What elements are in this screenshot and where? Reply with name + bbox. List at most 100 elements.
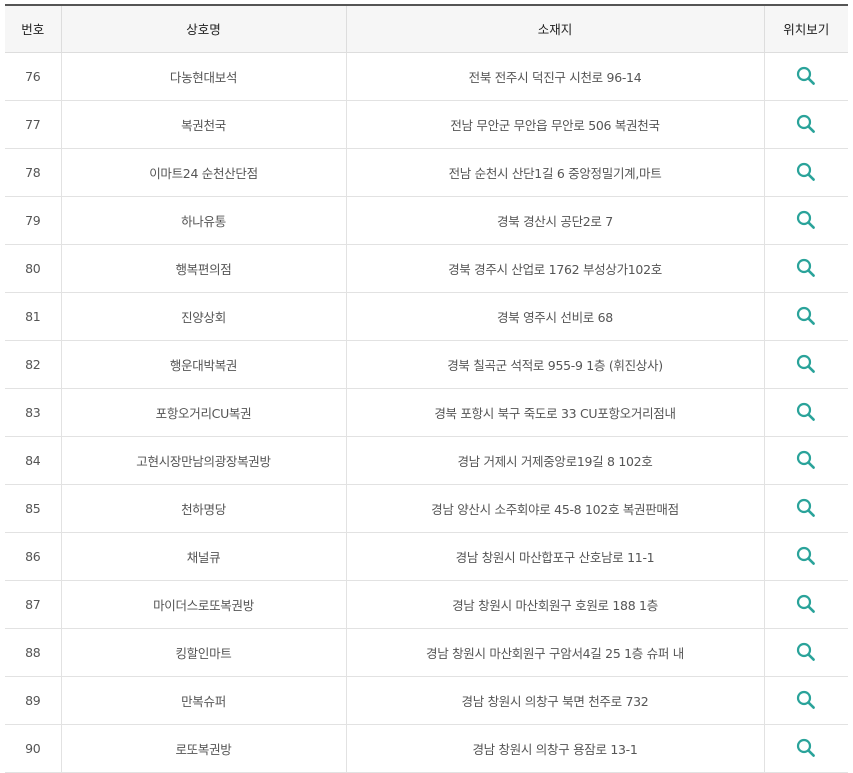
search-icon bbox=[797, 114, 816, 133]
table-row: 78 이마트24 순천산단점 전남 순천시 산단1길 6 중앙정밀기계,마트 bbox=[5, 148, 848, 197]
row-number: 80 bbox=[5, 244, 62, 293]
row-view-location bbox=[763, 676, 848, 725]
row-store-name: 만복슈퍼 bbox=[60, 676, 347, 725]
row-store-name: 마이더스로또복권방 bbox=[60, 580, 347, 629]
row-number: 89 bbox=[5, 676, 62, 725]
table-row: 86 채널큐 경남 창원시 마산합포구 산호남로 11-1 bbox=[5, 532, 848, 581]
view-location-button[interactable] bbox=[794, 736, 818, 760]
row-number: 79 bbox=[5, 196, 62, 245]
table-row: 77 복권천국 전남 무안군 무안읍 무안로 506 복권천국 bbox=[5, 100, 848, 149]
row-store-name: 포항오거리CU복권 bbox=[60, 388, 347, 437]
row-address: 경북 경주시 산업로 1762 부성상가102호 bbox=[345, 244, 765, 293]
row-address: 경북 영주시 선비로 68 bbox=[345, 292, 765, 341]
row-number: 77 bbox=[5, 100, 62, 149]
row-view-location bbox=[763, 628, 848, 677]
row-number: 85 bbox=[5, 484, 62, 533]
search-icon bbox=[797, 546, 816, 565]
row-number: 90 bbox=[5, 724, 62, 773]
row-store-name: 채널큐 bbox=[60, 532, 347, 581]
row-view-location bbox=[763, 388, 848, 437]
view-location-button[interactable] bbox=[794, 640, 818, 664]
view-location-button[interactable] bbox=[794, 64, 818, 88]
row-store-name: 진양상회 bbox=[60, 292, 347, 341]
view-location-button[interactable] bbox=[794, 160, 818, 184]
search-icon bbox=[797, 210, 816, 229]
view-location-button[interactable] bbox=[794, 112, 818, 136]
row-store-name: 복권천국 bbox=[60, 100, 347, 149]
view-location-button[interactable] bbox=[794, 688, 818, 712]
view-location-button[interactable] bbox=[794, 544, 818, 568]
row-view-location bbox=[763, 196, 848, 245]
row-store-name: 천하명당 bbox=[60, 484, 347, 533]
search-icon bbox=[797, 498, 816, 517]
row-view-location bbox=[763, 52, 848, 101]
row-store-name: 킹할인마트 bbox=[60, 628, 347, 677]
row-address: 경남 창원시 마산회원구 구암서4길 25 1층 슈퍼 내 bbox=[345, 628, 765, 677]
row-number: 83 bbox=[5, 388, 62, 437]
search-icon bbox=[797, 66, 816, 85]
table-row: 82 행운대박복권 경북 칠곡군 석적로 955-9 1층 (휘진상사) bbox=[5, 340, 848, 389]
search-icon bbox=[797, 306, 816, 325]
row-address: 경남 창원시 마산회원구 호원로 188 1층 bbox=[345, 580, 765, 629]
table-row: 81 진양상회 경북 영주시 선비로 68 bbox=[5, 292, 848, 341]
search-icon bbox=[797, 162, 816, 181]
row-view-location bbox=[763, 244, 848, 293]
row-address: 경남 양산시 소주회야로 45-8 102호 복권판매점 bbox=[345, 484, 765, 533]
row-view-location bbox=[763, 100, 848, 149]
view-location-button[interactable] bbox=[794, 496, 818, 520]
row-number: 88 bbox=[5, 628, 62, 677]
row-address: 경남 창원시 마산합포구 산호남로 11-1 bbox=[345, 532, 765, 581]
row-view-location bbox=[763, 436, 848, 485]
row-view-location bbox=[763, 724, 848, 773]
table-row: 85 천하명당 경남 양산시 소주회야로 45-8 102호 복권판매점 bbox=[5, 484, 848, 533]
row-view-location bbox=[763, 292, 848, 341]
row-store-name: 다농현대보석 bbox=[60, 52, 347, 101]
row-view-location bbox=[763, 484, 848, 533]
row-address: 전남 순천시 산단1길 6 중앙정밀기계,마트 bbox=[345, 148, 765, 197]
row-store-name: 고현시장만남의광장복권방 bbox=[60, 436, 347, 485]
row-store-name: 행운대박복권 bbox=[60, 340, 347, 389]
view-location-button[interactable] bbox=[794, 592, 818, 616]
table-header: 번호 상호명 소재지 위치보기 bbox=[5, 4, 848, 53]
table-row: 83 포항오거리CU복권 경북 포항시 북구 죽도로 33 CU포항오거리점내 bbox=[5, 388, 848, 437]
view-location-button[interactable] bbox=[794, 256, 818, 280]
store-list: 번호 상호명 소재지 위치보기 76 다농현대보석 전북 전주시 덕진구 시천로 9… bbox=[5, 4, 848, 773]
row-number: 84 bbox=[5, 436, 62, 485]
row-store-name: 로또복권방 bbox=[60, 724, 347, 773]
row-address: 전북 전주시 덕진구 시천로 96-14 bbox=[345, 52, 765, 101]
row-number: 87 bbox=[5, 580, 62, 629]
search-icon bbox=[797, 450, 816, 469]
row-store-name: 하나유통 bbox=[60, 196, 347, 245]
row-address: 전남 무안군 무안읍 무안로 506 복권천국 bbox=[345, 100, 765, 149]
row-number: 81 bbox=[5, 292, 62, 341]
row-address: 경북 경산시 공단2로 7 bbox=[345, 196, 765, 245]
row-address: 경북 칠곡군 석적로 955-9 1층 (휘진상사) bbox=[345, 340, 765, 389]
view-location-button[interactable] bbox=[794, 400, 818, 424]
table-body: 76 다농현대보석 전북 전주시 덕진구 시천로 96-14 77 복권천국 전남 무안군… bbox=[5, 52, 848, 773]
row-view-location bbox=[763, 340, 848, 389]
table-row: 76 다농현대보석 전북 전주시 덕진구 시천로 96-14 bbox=[5, 52, 848, 101]
view-location-button[interactable] bbox=[794, 304, 818, 328]
table-row: 84 고현시장만남의광장복권방 경남 거제시 거제중앙로19길 8 102호 bbox=[5, 436, 848, 485]
header-store-name: 상호명 bbox=[60, 4, 347, 53]
row-number: 78 bbox=[5, 148, 62, 197]
store-table: 번호 상호명 소재지 위치보기 76 다농현대보석 전북 전주시 덕진구 시천로 9… bbox=[5, 4, 848, 773]
header-number: 번호 bbox=[5, 4, 62, 53]
row-number: 82 bbox=[5, 340, 62, 389]
table-row: 79 하나유통 경북 경산시 공단2로 7 bbox=[5, 196, 848, 245]
table-row: 87 마이더스로또복권방 경남 창원시 마산회원구 호원로 188 1층 bbox=[5, 580, 848, 629]
row-address: 경남 창원시 의창구 북면 천주로 732 bbox=[345, 676, 765, 725]
view-location-button[interactable] bbox=[794, 448, 818, 472]
search-icon bbox=[797, 258, 816, 277]
row-view-location bbox=[763, 532, 848, 581]
search-icon bbox=[797, 354, 816, 373]
search-icon bbox=[797, 690, 816, 709]
search-icon bbox=[797, 738, 816, 757]
table-row: 80 행복편의점 경북 경주시 산업로 1762 부성상가102호 bbox=[5, 244, 848, 293]
view-location-button[interactable] bbox=[794, 208, 818, 232]
header-view-location: 위치보기 bbox=[763, 4, 848, 53]
row-address: 경북 포항시 북구 죽도로 33 CU포항오거리점내 bbox=[345, 388, 765, 437]
row-address: 경남 거제시 거제중앙로19길 8 102호 bbox=[345, 436, 765, 485]
view-location-button[interactable] bbox=[794, 352, 818, 376]
row-number: 86 bbox=[5, 532, 62, 581]
